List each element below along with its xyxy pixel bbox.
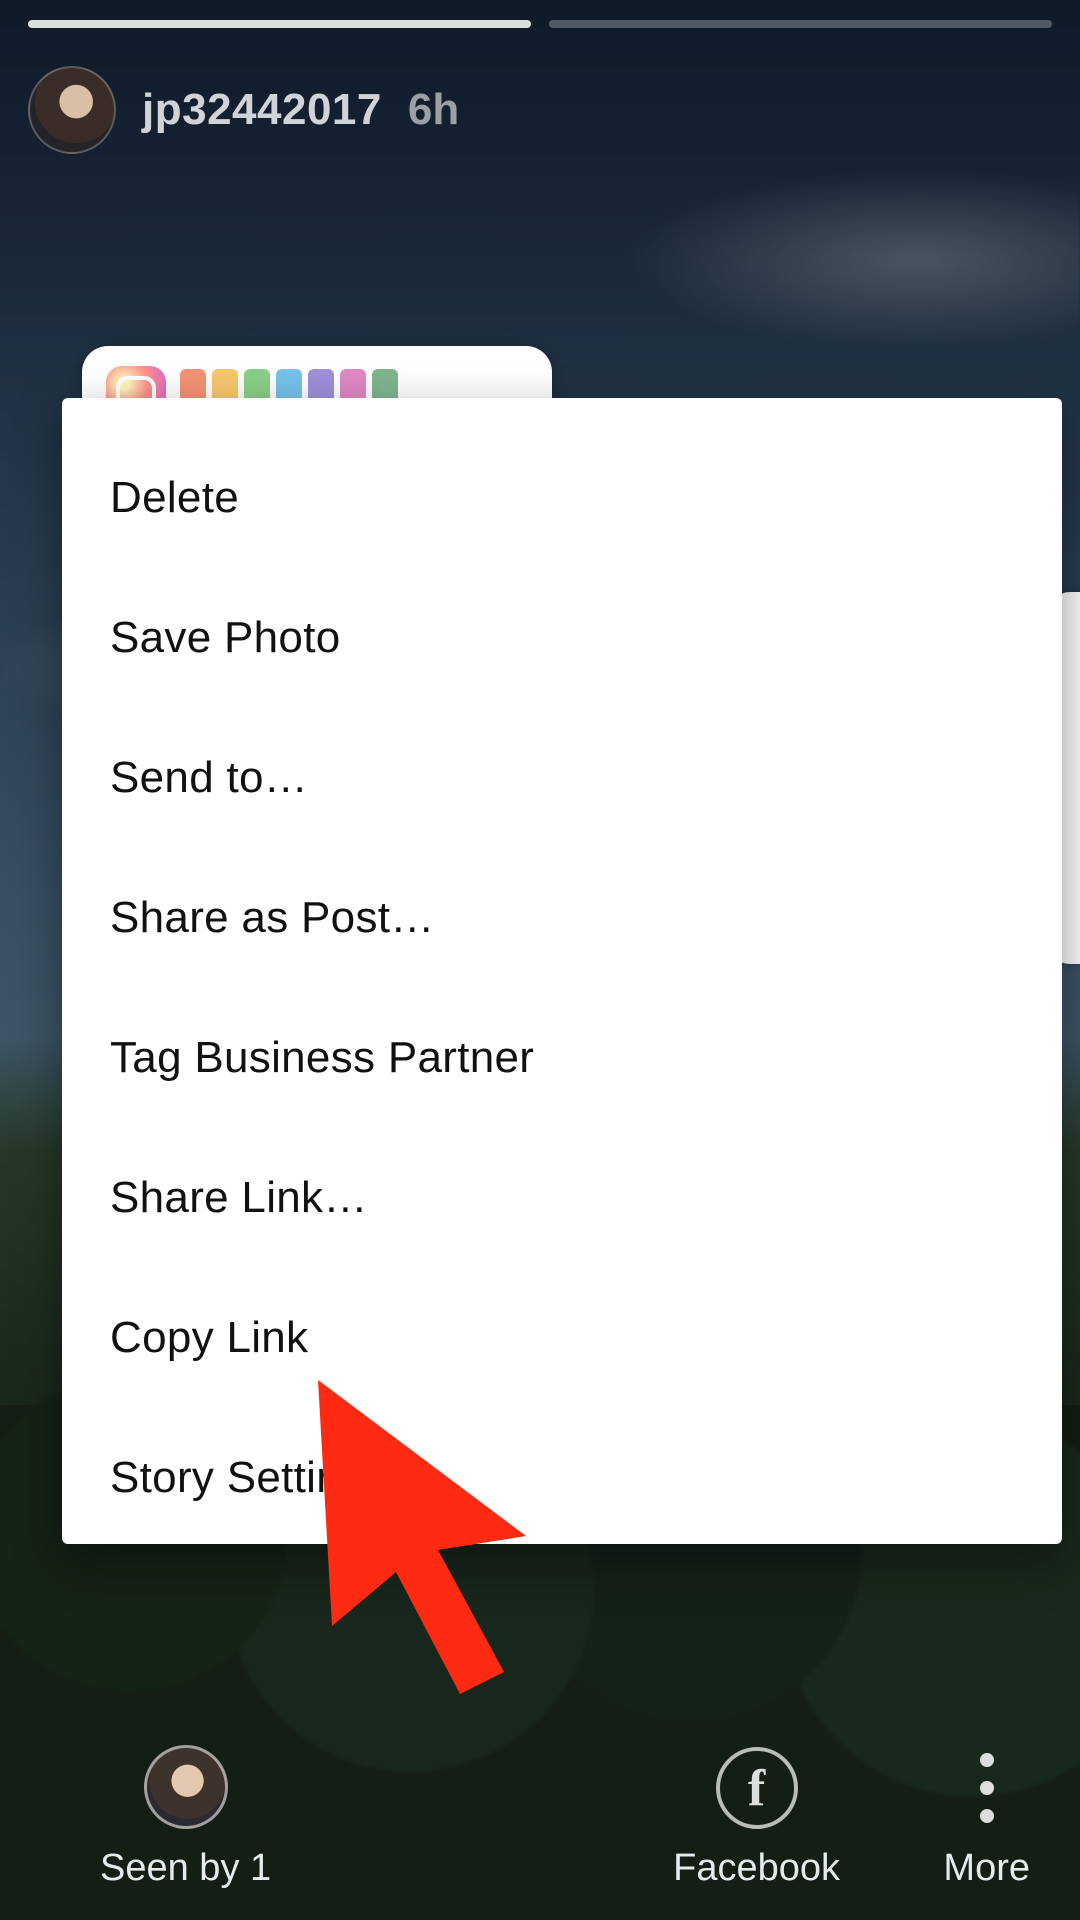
progress-segment	[28, 20, 531, 28]
more-dots-icon	[978, 1747, 996, 1829]
user-avatar[interactable]	[28, 66, 116, 154]
story-options-dialog: DeleteSave PhotoSend to…Share as Post…Ta…	[62, 398, 1062, 1544]
facebook-label: Facebook	[673, 1847, 840, 1890]
menu-item-copy-link[interactable]: Copy Link	[62, 1268, 1062, 1408]
more-button[interactable]: More	[943, 1747, 1030, 1890]
menu-item-tag-business-partner[interactable]: Tag Business Partner	[62, 988, 1062, 1128]
story-screen: jp32442017 6h DeleteSave PhotoSend to…Sh…	[0, 0, 1080, 1920]
seen-by-button[interactable]: Seen by 1	[100, 1745, 271, 1890]
menu-item-share-as-post[interactable]: Share as Post…	[62, 848, 1062, 988]
facebook-icon: f	[716, 1747, 798, 1829]
username-label[interactable]: jp32442017	[142, 85, 382, 135]
more-label: More	[943, 1847, 1030, 1890]
story-bottom-bar: Seen by 1 f Facebook More	[0, 1670, 1080, 1890]
share-facebook-button[interactable]: f Facebook	[673, 1747, 840, 1890]
menu-item-send-to[interactable]: Send to…	[62, 708, 1062, 848]
menu-item-share-link[interactable]: Share Link…	[62, 1128, 1062, 1268]
menu-item-story-settings[interactable]: Story Settings	[62, 1408, 1062, 1548]
menu-item-delete[interactable]: Delete	[62, 428, 1062, 568]
progress-segment	[549, 20, 1052, 28]
story-timestamp: 6h	[408, 85, 459, 135]
seen-by-label: Seen by 1	[100, 1847, 271, 1890]
viewer-avatar	[144, 1745, 228, 1829]
story-header: jp32442017 6h	[28, 60, 1052, 160]
story-progress	[28, 20, 1052, 28]
menu-item-save-photo[interactable]: Save Photo	[62, 568, 1062, 708]
